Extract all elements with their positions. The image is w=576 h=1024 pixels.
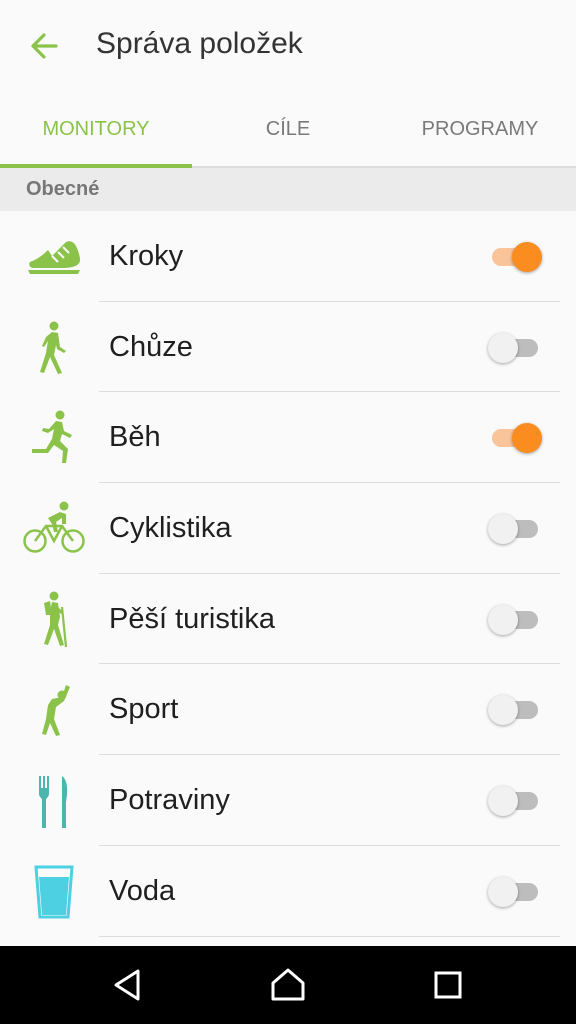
toggle-thumb: [488, 332, 518, 363]
list-item-kroky[interactable]: Kroky: [0, 211, 576, 302]
toggle-kroky[interactable]: [488, 240, 544, 274]
tracker-list: Kroky Chůze Běh Cyklistika Pěší turistik…: [0, 211, 576, 937]
toggle-pesi-turistika[interactable]: [488, 603, 544, 637]
list-item-voda[interactable]: Voda: [0, 846, 576, 937]
back-button[interactable]: [24, 26, 64, 66]
item-label: Pěší turistika: [109, 602, 275, 635]
toggle-cyklistika[interactable]: [488, 512, 544, 546]
toggle-voda[interactable]: [488, 875, 544, 909]
back-triangle-icon: [114, 969, 140, 1001]
item-label: Chůze: [109, 330, 193, 363]
toggle-potraviny[interactable]: [488, 784, 544, 818]
row-divider: [99, 935, 560, 937]
item-label: Sport: [109, 693, 179, 726]
tab-programy[interactable]: PROGRAMY: [384, 92, 576, 166]
nav-home-button[interactable]: [268, 965, 308, 1005]
hiking-icon: [44, 591, 68, 647]
item-label: Běh: [109, 421, 161, 454]
toggle-sport[interactable]: [488, 693, 544, 727]
list-item-cyklistika[interactable]: Cyklistika: [0, 483, 576, 574]
tab-monitory[interactable]: MONITORY: [0, 92, 192, 166]
list-item-sport[interactable]: Sport: [0, 664, 576, 756]
page-title: Správa položek: [96, 27, 303, 60]
toggle-thumb: [512, 423, 542, 454]
home-icon: [271, 968, 305, 1001]
shoe-icon: [28, 241, 80, 274]
toggle-thumb: [488, 514, 518, 545]
item-label: Kroky: [109, 240, 184, 272]
list-item-chuze[interactable]: Chůze: [0, 302, 576, 393]
stretching-icon: [42, 685, 70, 737]
recents-square-icon: [434, 971, 462, 999]
toggle-chuze[interactable]: [488, 331, 544, 365]
nav-recents-button[interactable]: [428, 965, 468, 1005]
toggle-thumb: [488, 604, 518, 635]
toggle-thumb: [512, 242, 542, 272]
section-header: Obecné: [0, 168, 576, 211]
running-icon: [32, 410, 72, 464]
water-glass-icon: [34, 865, 74, 919]
item-label: Voda: [109, 874, 176, 907]
toggle-thumb: [488, 695, 518, 726]
cycling-icon: [23, 501, 85, 553]
item-label: Potraviny: [109, 784, 230, 817]
list-item-beh[interactable]: Běh: [0, 392, 576, 484]
tab-cile[interactable]: CÍLE: [192, 92, 384, 166]
toggle-beh[interactable]: [488, 421, 544, 455]
app-bar: Správa položek: [0, 0, 576, 92]
item-label: Cyklistika: [109, 512, 232, 545]
tab-bar: MONITORY CÍLE PROGRAMY: [0, 92, 576, 168]
arrow-left-icon: [31, 33, 58, 59]
system-nav-bar: [0, 946, 576, 1024]
fork-knife-icon: [39, 776, 68, 829]
toggle-thumb: [488, 876, 518, 907]
nav-back-button[interactable]: [108, 965, 148, 1005]
app-screen: Správa položek MONITORY CÍLE PROGRAMY Ob…: [0, 0, 576, 1024]
list-item-pesi-turistika[interactable]: Pěší turistika: [0, 574, 576, 665]
toggle-thumb: [488, 786, 518, 817]
list-item-potraviny[interactable]: Potraviny: [0, 755, 576, 846]
walking-icon: [40, 321, 66, 374]
section-title: Obecné: [26, 178, 100, 200]
